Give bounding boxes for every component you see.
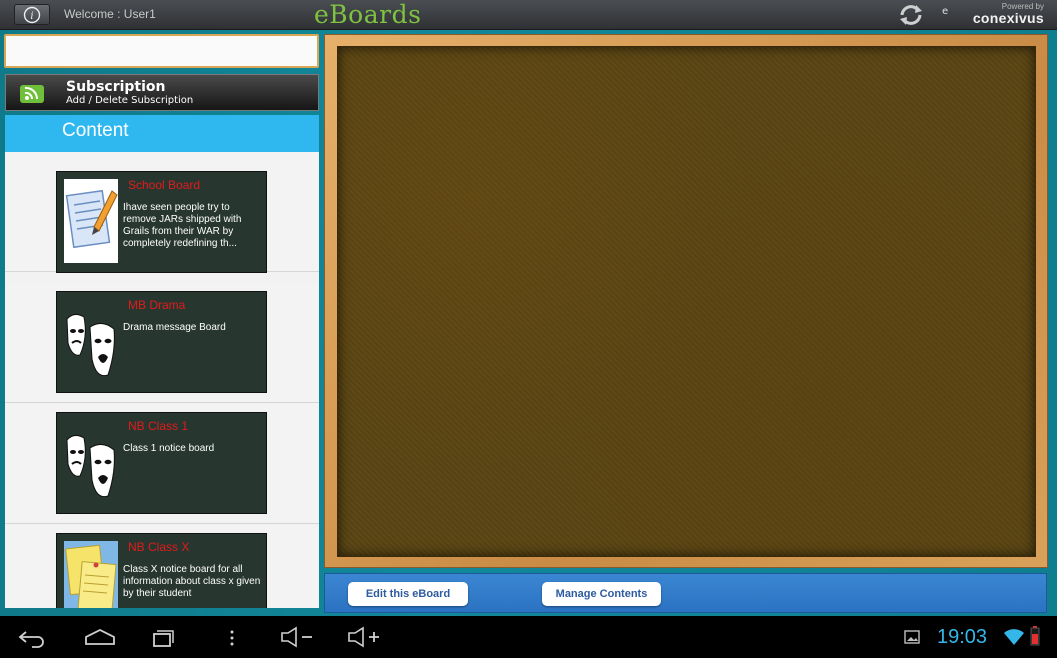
board-card[interactable]: School Board Ihave seen people try to re… (56, 171, 267, 273)
edit-eboard-button[interactable]: Edit this eBoard (348, 582, 468, 606)
gallery-icon (904, 630, 920, 644)
card-title: School Board (128, 178, 201, 192)
sync-icon[interactable] (896, 3, 926, 27)
card-description: Drama message Board (123, 322, 226, 333)
brand-name: conexivus (972, 10, 1044, 26)
list-item[interactable]: NB Class X Class X notice board for all … (5, 525, 319, 608)
eboard-frame (324, 34, 1048, 568)
card-description: Class 1 notice board (123, 443, 215, 454)
card-description: Class X notice board for all information… (123, 564, 261, 599)
content-title: Content (62, 120, 129, 141)
board-list: School Board Ihave seen people try to re… (5, 152, 319, 608)
board-card[interactable]: MB Drama Drama message Board (56, 291, 267, 393)
card-title: NB Class X (128, 540, 190, 554)
volume-up-icon[interactable] (347, 626, 381, 648)
card-title: MB Drama (128, 298, 186, 312)
card-title: NB Class 1 (128, 419, 189, 433)
subscription-button[interactable]: Subscription Add / Delete Subscription (5, 74, 319, 111)
system-nav-bar: 19:03 (0, 616, 1057, 658)
list-item[interactable]: School Board Ihave seen people try to re… (5, 152, 319, 273)
search-input[interactable] (4, 34, 319, 68)
card-description: Ihave seen people try to remove JARs shi… (123, 202, 242, 249)
clock: 19:03 (937, 626, 988, 648)
powered-by-logo: Powered by e conexivus (942, 2, 1044, 28)
welcome-text: Welcome : User1 (64, 7, 156, 21)
drama-masks-icon (66, 434, 115, 498)
brand-mark: e (942, 6, 949, 17)
recent-apps-icon[interactable] (152, 628, 174, 648)
app-window: i Welcome : User1 eBoards Powered by e c… (0, 0, 1057, 658)
eboard-canvas[interactable] (337, 46, 1036, 557)
battery-icon (1030, 626, 1040, 646)
top-bar: i Welcome : User1 eBoards Powered by e c… (0, 0, 1057, 30)
svg-text:i: i (30, 11, 33, 22)
menu-icon[interactable] (228, 628, 236, 648)
drama-masks-icon (66, 313, 115, 377)
board-card[interactable]: NB Class X Class X notice board for all … (56, 533, 267, 608)
app-title: eBoards (314, 0, 422, 29)
back-icon[interactable] (18, 628, 46, 648)
subscription-description: Add / Delete Subscription (66, 95, 194, 106)
rss-icon (20, 85, 44, 103)
list-item[interactable]: MB Drama Drama message Board (5, 283, 319, 403)
info-icon: i (23, 6, 41, 23)
subscription-title: Subscription (66, 79, 166, 95)
board-card[interactable]: NB Class 1 Class 1 notice board (56, 412, 267, 514)
wifi-icon (1004, 629, 1024, 645)
manage-contents-button[interactable]: Manage Contents (542, 582, 661, 606)
home-icon[interactable] (84, 628, 116, 646)
content-header: Content (5, 115, 319, 152)
action-bar: Edit this eBoard Manage Contents (324, 573, 1047, 613)
volume-down-icon[interactable] (280, 626, 314, 648)
notepad-pencil-icon (64, 179, 118, 263)
sticky-notes-icon (64, 541, 118, 608)
list-item[interactable]: NB Class 1 Class 1 notice board (5, 404, 319, 524)
info-button[interactable]: i (14, 4, 50, 25)
